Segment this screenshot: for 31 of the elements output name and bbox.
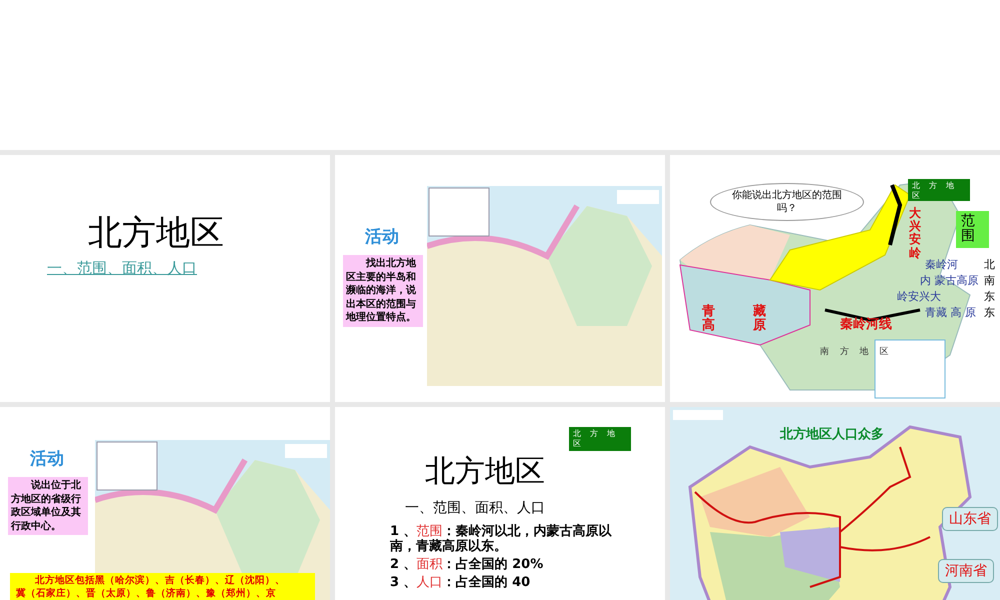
activity-heading: 活动	[30, 448, 64, 470]
map-title: 北方地区人口众多	[780, 426, 884, 443]
activity-note: 找出北方地区主要的半岛和濒临的海洋，说出本区的范围与地理位置特点。	[343, 255, 423, 326]
region-tag: 北方地区	[569, 427, 631, 451]
map-label: 大兴安岭	[909, 207, 921, 260]
boundary-label: 秦岭河	[925, 257, 958, 272]
map-callout: 河南省	[938, 559, 994, 583]
slide-title: 北方地区	[88, 212, 224, 255]
map-label: 青高	[702, 305, 715, 334]
outline-item: 1 、范围：秦岭河以北，内蒙古高原以南，青藏高原以东。	[390, 524, 613, 554]
slide-title: 北方地区	[425, 453, 545, 491]
region-tag: 北方地区	[908, 179, 970, 201]
map-label: 藏原	[753, 305, 766, 334]
outline-item: 2 、面积：占全国的 20%	[390, 557, 544, 572]
direction-label: 东	[984, 289, 995, 304]
direction-label: 北	[984, 257, 995, 272]
info-banner: 北方地区包括黑（哈尔滨）、吉（长春）、辽（沈阳）、 冀（石家庄）、晋（太原）、鲁（济南）、豫（郑州）、京	[10, 573, 315, 600]
slide-subtitle: 一、范围、面积、人口	[405, 499, 545, 517]
activity-heading: 活动	[365, 226, 399, 248]
map-callout: 山东省	[942, 507, 998, 531]
direction-label: 东	[984, 305, 995, 320]
map-label: 秦岭河线	[840, 316, 892, 333]
map-label: 南 方 地 区	[820, 346, 893, 358]
boundary-label: 内 蒙古高原	[920, 273, 978, 288]
boundary-label: 岭安兴大	[897, 289, 941, 304]
outline-item: 3 、人口：占全国的 40	[390, 575, 532, 590]
boundary-label: 青藏 高 原	[925, 305, 976, 320]
activity-note: 说出位于北方地区的省级行政区域单位及其行政中心。	[8, 477, 88, 535]
direction-label: 南	[984, 273, 995, 288]
range-label: 范围	[956, 211, 989, 248]
section-link[interactable]: 一、范围、面积、人口	[47, 259, 197, 278]
